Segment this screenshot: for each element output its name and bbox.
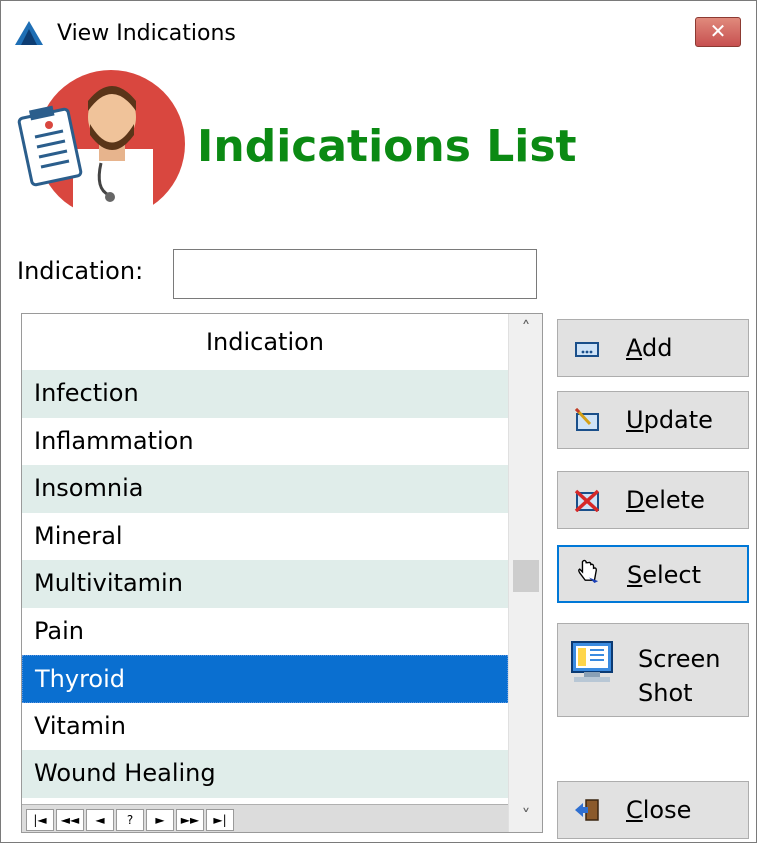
add-button-label: Add xyxy=(626,334,673,362)
select-button-label: Select xyxy=(627,561,702,589)
add-record-icon xyxy=(575,342,599,357)
nav-prev-page-button[interactable]: ◄◄ xyxy=(56,809,84,831)
hand-pointer-icon xyxy=(578,559,599,583)
table-row[interactable]: Mineral xyxy=(22,513,508,561)
indication-search-input[interactable] xyxy=(173,249,537,299)
column-header-indication[interactable]: Indication xyxy=(22,314,508,370)
table-row[interactable]: Insomnia xyxy=(22,465,508,513)
delete-button[interactable]: Delete xyxy=(557,471,749,529)
vertical-scrollbar[interactable]: ˄ ˅ xyxy=(508,314,542,832)
select-button[interactable]: Select xyxy=(557,545,749,603)
exit-door-icon xyxy=(575,799,599,821)
indication-label: Indication: xyxy=(17,257,144,285)
nav-first-button[interactable]: |◄ xyxy=(26,809,54,831)
window-title: View Indications xyxy=(57,21,236,46)
record-navigator: |◄ ◄◄ ◄ ? ► ►► ►| xyxy=(22,804,508,832)
table-row[interactable]: Wound Healing xyxy=(22,750,508,798)
view-indications-window: View Indications ✕ Indications List Indi… xyxy=(0,0,757,843)
nav-last-button[interactable]: ►| xyxy=(206,809,234,831)
window-close-button[interactable]: ✕ xyxy=(695,17,741,47)
scroll-down-icon[interactable]: ˅ xyxy=(509,802,542,832)
delete-icon xyxy=(574,489,600,512)
close-button-label: Close xyxy=(626,796,692,824)
grid-rows: Infection Inflammation Insomnia Mineral … xyxy=(22,370,508,798)
title-bar: View Indications ✕ xyxy=(1,1,756,63)
nav-prev-button[interactable]: ◄ xyxy=(86,809,114,831)
table-row[interactable]: Pain xyxy=(22,608,508,656)
computer-screen-icon xyxy=(571,641,613,682)
edit-pencil-icon xyxy=(574,408,599,431)
screenshot-button[interactable]: Screen Shot xyxy=(557,623,749,717)
indications-grid: Indication Infection Inflammation Insomn… xyxy=(21,313,543,833)
table-row[interactable]: Vitamin xyxy=(22,703,508,751)
table-row[interactable]: Infection xyxy=(22,370,508,418)
table-row[interactable]: Multivitamin xyxy=(22,560,508,608)
nav-next-page-button[interactable]: ►► xyxy=(176,809,204,831)
nav-next-button[interactable]: ► xyxy=(146,809,174,831)
app-logo-icon xyxy=(15,21,43,45)
update-button[interactable]: Update xyxy=(557,391,749,449)
close-button[interactable]: Close xyxy=(557,781,749,839)
scroll-thumb[interactable] xyxy=(513,560,539,592)
doctor-avatar-icon xyxy=(17,70,185,219)
screenshot-button-label: Screen Shot xyxy=(638,645,721,707)
table-row-selected[interactable]: Thyroid xyxy=(22,655,508,703)
scroll-up-icon[interactable]: ˄ xyxy=(509,314,542,344)
table-row[interactable]: Inflammation xyxy=(22,418,508,466)
add-button[interactable]: Add xyxy=(557,319,749,377)
close-icon: ✕ xyxy=(709,19,727,43)
update-button-label: Update xyxy=(626,406,713,434)
page-title: Indications List xyxy=(197,121,577,172)
nav-search-button[interactable]: ? xyxy=(116,809,144,831)
delete-button-label: Delete xyxy=(626,486,705,514)
